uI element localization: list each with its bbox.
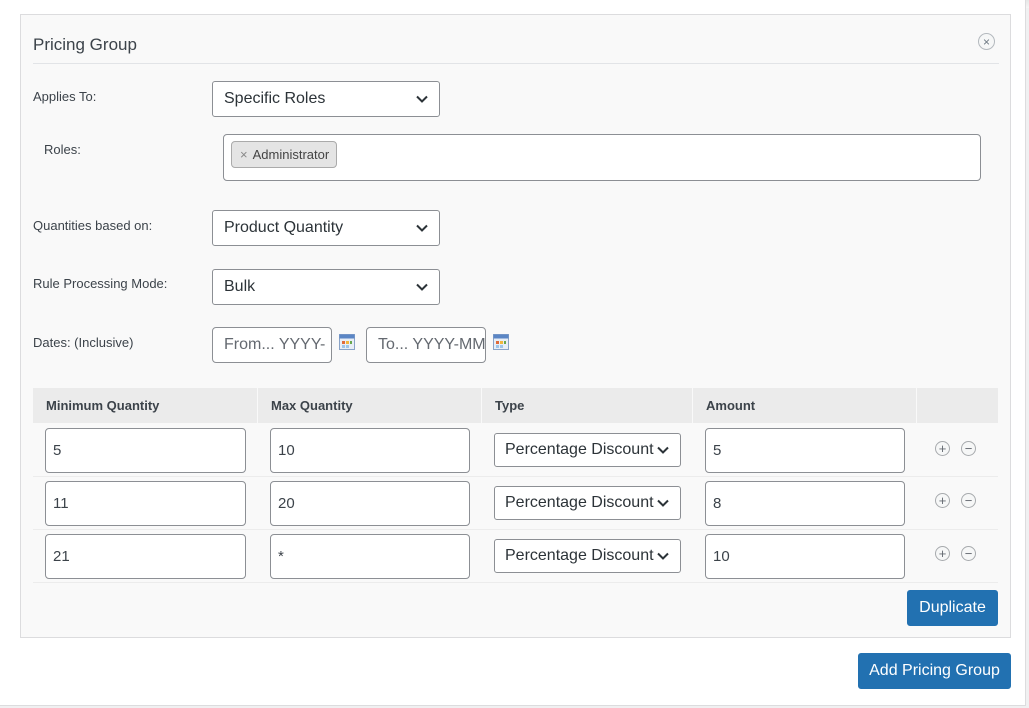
dates-label: Dates: (Inclusive) <box>33 335 134 350</box>
pricing-group-panel: Pricing Group × Applies To: Specific Rol… <box>20 14 1011 638</box>
row-divider <box>33 582 998 583</box>
column-divider <box>916 388 917 423</box>
close-icon[interactable]: × <box>978 33 995 50</box>
amount-input[interactable]: 10 <box>705 534 905 579</box>
type-select[interactable]: Percentage Discount <box>494 539 681 573</box>
column-header-max-quantity: Max Quantity <box>271 398 353 413</box>
date-to-placeholder: To... YYYY-MM <box>378 336 486 353</box>
chevron-down-icon <box>657 552 669 560</box>
plus-circle-icon[interactable]: + <box>935 441 950 456</box>
processing-mode-select[interactable]: Bulk <box>212 269 440 305</box>
column-header-type: Type <box>495 398 525 413</box>
chevron-down-icon <box>416 95 428 103</box>
amount-value: 10 <box>713 548 730 565</box>
quantities-label: Quantities based on: <box>33 218 153 233</box>
max-quantity-input[interactable]: 10 <box>270 428 470 473</box>
panel-title: Pricing Group <box>33 35 137 54</box>
applies-to-value: Specific Roles <box>224 90 326 107</box>
amount-value: 8 <box>713 495 722 512</box>
processing-mode-value: Bulk <box>224 278 256 295</box>
type-value: Percentage Discount <box>505 441 654 458</box>
type-select[interactable]: Percentage Discount <box>494 486 681 520</box>
chevron-down-icon <box>657 446 669 454</box>
min-quantity-value: 21 <box>53 548 70 565</box>
roles-label: Roles: <box>44 142 81 157</box>
role-tag-label: Administrator <box>252 147 330 162</box>
roles-multiselect[interactable]: × Administrator <box>223 134 981 181</box>
min-quantity-value: 5 <box>53 442 62 459</box>
amount-input[interactable]: 8 <box>705 481 905 526</box>
plus-circle-icon[interactable]: + <box>935 546 950 561</box>
amount-value: 5 <box>713 442 722 459</box>
max-quantity-value: 20 <box>278 495 295 512</box>
quantities-value: Product Quantity <box>224 219 344 236</box>
applies-to-label: Applies To: <box>33 89 97 104</box>
date-to-input[interactable]: To... YYYY-MM <box>366 327 486 363</box>
calendar-icon[interactable] <box>493 334 509 350</box>
max-quantity-value: * <box>278 548 284 565</box>
quantities-select[interactable]: Product Quantity <box>212 210 440 246</box>
min-quantity-input[interactable]: 21 <box>45 534 246 579</box>
pricing-table-header: Minimum Quantity Max Quantity Type Amoun… <box>33 388 998 423</box>
min-quantity-input[interactable]: 11 <box>45 481 246 526</box>
chevron-down-icon <box>416 283 428 291</box>
max-quantity-input[interactable]: 20 <box>270 481 470 526</box>
remove-tag-icon[interactable]: × <box>236 147 251 162</box>
type-value: Percentage Discount <box>505 547 654 564</box>
calendar-icon[interactable] <box>339 334 355 350</box>
chevron-down-icon <box>416 224 428 232</box>
column-header-amount: Amount <box>706 398 756 413</box>
type-select[interactable]: Percentage Discount <box>494 433 681 467</box>
minus-circle-icon[interactable]: − <box>961 546 976 561</box>
max-quantity-input[interactable]: * <box>270 534 470 579</box>
row-divider <box>33 529 998 530</box>
min-quantity-value: 11 <box>53 495 69 512</box>
date-from-placeholder: From... YYYY- <box>224 336 326 353</box>
minus-circle-icon[interactable]: − <box>961 493 976 508</box>
amount-input[interactable]: 5 <box>705 428 905 473</box>
page-container: Pricing Group × Applies To: Specific Rol… <box>0 0 1026 706</box>
chevron-down-icon <box>657 499 669 507</box>
add-pricing-group-button[interactable]: Add Pricing Group <box>858 653 1011 689</box>
title-divider <box>33 63 999 64</box>
processing-mode-label: Rule Processing Mode: <box>33 276 168 291</box>
type-value: Percentage Discount <box>505 494 654 511</box>
role-tag-administrator: × Administrator <box>231 141 338 168</box>
row-divider <box>33 476 998 477</box>
min-quantity-input[interactable]: 5 <box>45 428 246 473</box>
max-quantity-value: 10 <box>278 442 295 459</box>
column-header-min-quantity: Minimum Quantity <box>46 398 160 413</box>
plus-circle-icon[interactable]: + <box>935 493 950 508</box>
duplicate-button[interactable]: Duplicate <box>907 590 998 626</box>
minus-circle-icon[interactable]: − <box>961 441 976 456</box>
applies-to-select[interactable]: Specific Roles <box>212 81 440 117</box>
date-from-input[interactable]: From... YYYY- <box>212 327 332 363</box>
